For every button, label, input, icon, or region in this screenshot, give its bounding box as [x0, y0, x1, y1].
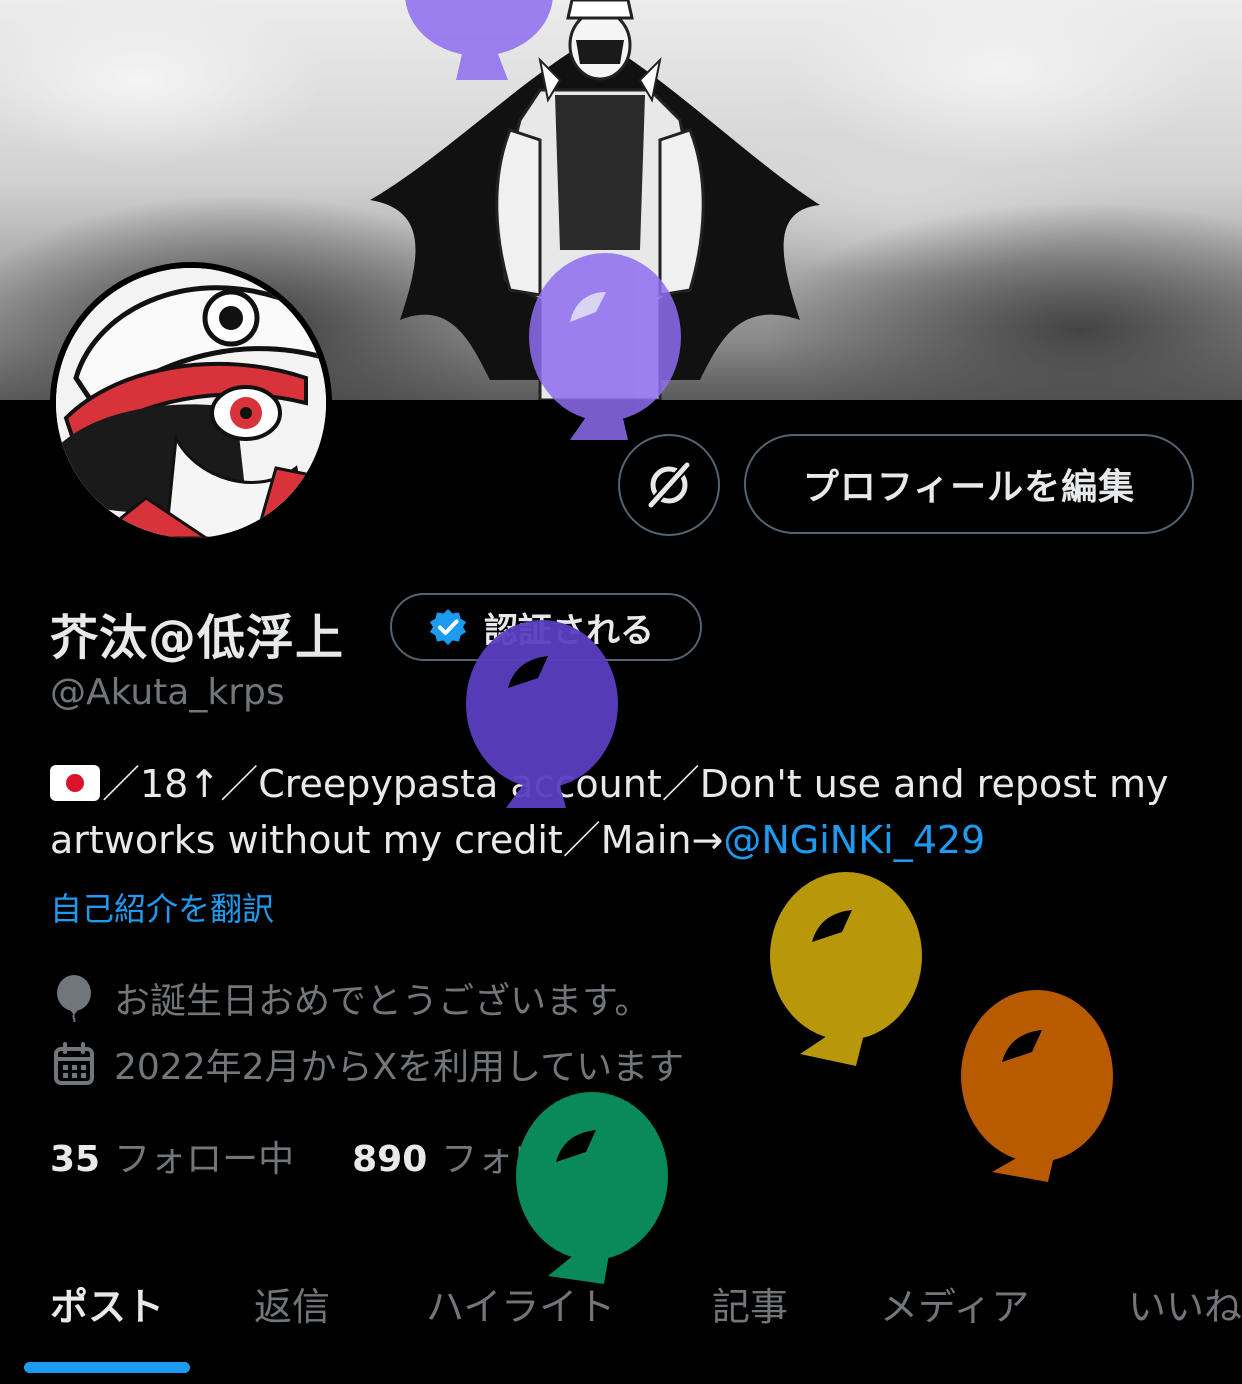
bio-text: ／18↑／Creepypasta account／Don't use and r…: [50, 762, 1169, 862]
grok-icon: [647, 461, 691, 509]
balloon-green: [516, 1092, 668, 1284]
verify-label: 認証される: [484, 610, 654, 651]
birthday-row: お誕生日おめでとうございます。: [52, 972, 650, 1024]
tab-posts[interactable]: ポスト: [50, 1276, 164, 1331]
bio: ／18↑／Creepypasta account／Don't use and r…: [50, 756, 1210, 868]
user-handle: @Akuta_krps: [50, 672, 285, 713]
profile-page: プロフィールを編集 芥汰@低浮上 認証される @Akuta_krps ／18↑／…: [0, 0, 1242, 1384]
edit-profile-label: プロフィールを編集: [802, 467, 1136, 508]
tab-media[interactable]: メディア: [880, 1276, 1029, 1331]
following-count: 35: [50, 1139, 101, 1180]
birthday-text: お誕生日おめでとうございます。: [114, 981, 651, 1022]
edit-profile-button[interactable]: プロフィールを編集: [744, 434, 1194, 534]
calendar-icon: [54, 1042, 94, 1085]
avatar[interactable]: [50, 262, 332, 544]
followers-count: 890: [352, 1139, 428, 1180]
active-tab-indicator: [24, 1362, 190, 1373]
tab-replies[interactable]: 返信: [254, 1276, 330, 1331]
following-label: フォロー中: [114, 1139, 295, 1180]
followers-link[interactable]: 890 フォロワー: [352, 1130, 621, 1182]
translate-bio-link[interactable]: 自己紹介を翻訳: [50, 884, 274, 930]
grok-button[interactable]: [618, 434, 720, 536]
follow-stats: 35 フォロー中 890 フォロワー: [50, 1130, 621, 1182]
japan-flag-icon: [50, 765, 100, 801]
following-link[interactable]: 35 フォロー中: [50, 1130, 294, 1182]
tab-articles[interactable]: 記事: [712, 1276, 788, 1331]
joined-row: 2022年2月からXを利用しています: [52, 1038, 684, 1090]
balloon-orange: [961, 990, 1113, 1182]
tab-likes[interactable]: いいね: [1128, 1276, 1242, 1331]
tab-highlights[interactable]: ハイライト: [426, 1276, 615, 1331]
get-verified-button[interactable]: 認証される: [390, 593, 702, 661]
balloon-yellow: [770, 872, 922, 1066]
display-name: 芥汰@低浮上: [50, 610, 345, 666]
avatar-image: [56, 268, 326, 538]
verified-badge-icon: [430, 609, 466, 645]
bio-mention-link[interactable]: @NGiNKi_429: [723, 818, 985, 862]
joined-text: 2022年2月からXを利用しています: [114, 1047, 685, 1088]
balloon-icon: [57, 975, 91, 1022]
followers-label: フォロワー: [441, 1139, 622, 1180]
